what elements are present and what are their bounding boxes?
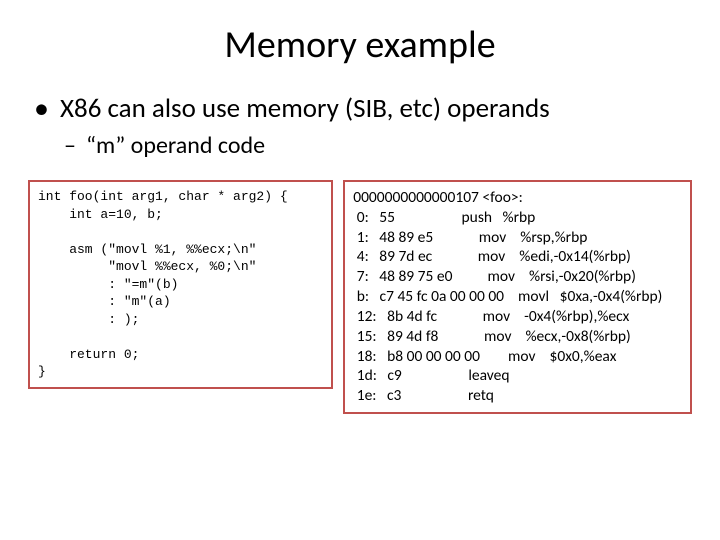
slide: Memory example X86 can also use memory (… [0,0,720,540]
disassembly-box: 0000000000000107 <foo>: 0: 55 push %rbp … [343,180,692,414]
bullet-list: X86 can also use memory (SIB, etc) opera… [34,92,692,160]
page-title: Memory example [28,22,692,68]
code-panels: int foo(int arg1, char * arg2) { int a=1… [28,180,692,414]
bullet-level-1: X86 can also use memory (SIB, etc) opera… [34,92,692,125]
source-code-box: int foo(int arg1, char * arg2) { int a=1… [28,180,333,389]
bullet-level-2: “m” operand code [34,131,692,160]
